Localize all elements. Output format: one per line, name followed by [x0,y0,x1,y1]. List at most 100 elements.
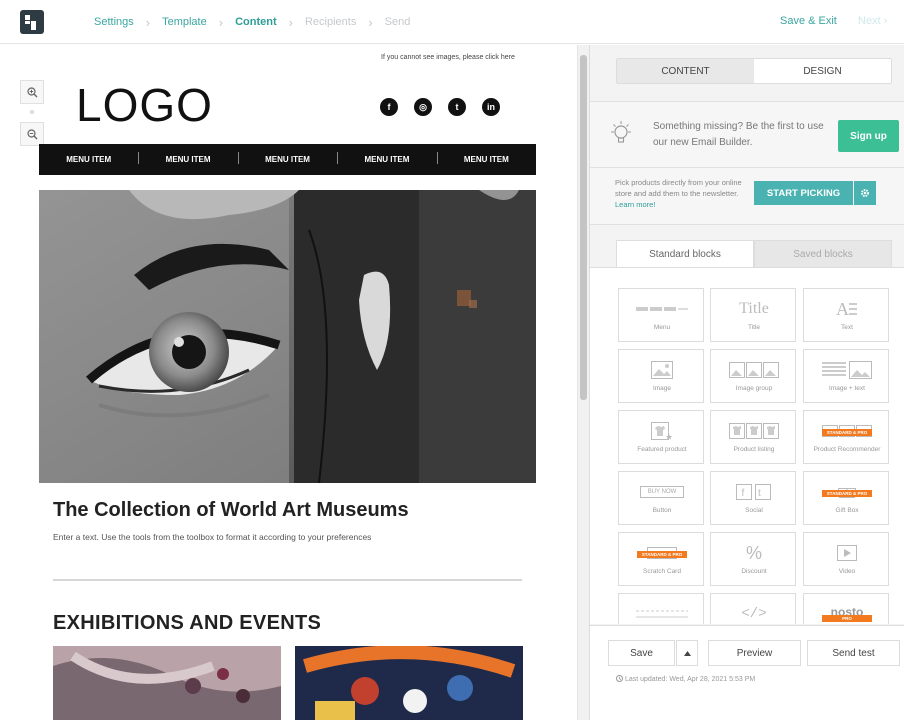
block-menu[interactable]: Menu [618,288,704,342]
tab-saved-blocks[interactable]: Saved blocks [754,240,892,268]
block-button[interactable]: BUY NOW Button [618,471,704,525]
block-label: Menu [653,324,671,331]
block-image[interactable]: Image [618,349,704,403]
next-label: Next [858,15,881,27]
email-menu-bar[interactable]: MENU ITEM MENU ITEM MENU ITEM MENU ITEM … [39,144,536,175]
block-video[interactable]: Video [803,532,889,586]
facebook-icon[interactable]: f [380,98,398,116]
block-text[interactable]: A Text [803,288,889,342]
clock-icon [616,675,623,682]
zoom-level-indicator [30,110,34,114]
zoom-out-button[interactable] [20,122,44,146]
save-exit-button[interactable]: Save & Exit [780,15,837,27]
block-label: Text [841,324,853,331]
email-logo[interactable]: LOGO [76,82,213,128]
email-body-text[interactable]: Enter a text. Use the tools from the too… [53,532,371,542]
step-send[interactable]: Send [385,16,411,28]
zoom-in-button[interactable] [20,80,44,104]
save-options-button[interactable] [676,640,698,666]
block-html[interactable]: </> [710,593,796,624]
email-builder-promo: Something missing? Be the first to use o… [590,101,904,168]
block-image-text[interactable]: Image + text [803,349,889,403]
menu-item[interactable]: MENU ITEM [39,155,138,164]
block-label: Video [838,568,856,575]
gear-icon[interactable] [854,181,876,205]
menu-item[interactable]: MENU ITEM [337,152,436,164]
pick-products-text: Pick products directly from your online … [615,177,743,210]
canvas-scrollbar[interactable] [577,45,589,720]
painting-thumbnail [295,646,523,720]
view-online-link[interactable]: If you cannot see images, please click h… [381,54,515,61]
block-featured-product[interactable]: Featured product [618,410,704,464]
start-picking-button[interactable]: START PICKING [754,181,853,205]
preview-button[interactable]: Preview [708,640,801,666]
buy-now-glyph: BUY NOW [639,486,685,498]
promo-text: Something missing? Be the first to use o… [653,121,824,148]
svg-text:f: f [742,488,745,499]
chevron-right-icon: › [368,14,373,30]
pick-products-description: Pick products directly from your online … [615,178,742,198]
wizard-steps: Settings › Template › Content › Recipien… [94,0,410,44]
app-logo-icon[interactable] [20,10,44,34]
social-block-icon: ft [711,480,797,504]
block-discount[interactable]: % Discount [710,532,796,586]
block-divider[interactable] [618,593,704,624]
step-recipients[interactable]: Recipients [305,16,356,28]
linkedin-icon[interactable]: in [482,98,500,116]
block-title[interactable]: Title Title [710,288,796,342]
block-nosto[interactable]: nosto PRO [803,593,889,624]
instagram-icon[interactable]: ◎ [414,98,432,116]
last-updated-value: Last updated: Wed, Apr 28, 2021 5:53 PM [624,676,756,683]
image-group-block-icon [711,358,797,382]
code-glyph: </> [741,606,767,622]
exhibition-image-2[interactable] [295,646,523,720]
tab-standard-blocks[interactable]: Standard blocks [616,240,754,268]
svg-text:t: t [758,488,761,499]
block-product-recommender[interactable]: STANDARD & PRO Product Recommender [803,410,889,464]
zoom-in-icon [26,86,37,97]
next-button[interactable]: Next › [858,15,887,27]
chevron-right-icon: › [218,14,224,30]
svg-text:A: A [836,299,849,319]
learn-more-link[interactable]: Learn more! [615,200,655,209]
title-glyph: Title [739,300,769,317]
chevron-right-icon: › [883,15,888,27]
editor-side-panel: CONTENT DESIGN Something missing? Be the… [589,45,904,720]
eye-graffiti-illustration [39,190,536,483]
zoom-out-icon [26,128,37,139]
menu-item[interactable]: MENU ITEM [237,152,337,164]
divider-block-icon [619,602,705,624]
block-label: Title [747,324,761,331]
exhibition-image-1[interactable] [53,646,281,720]
menu-item[interactable]: MENU ITEM [436,152,536,164]
send-test-button[interactable]: Send test [807,640,900,666]
sign-up-button[interactable]: Sign up [838,120,899,152]
twitter-icon[interactable]: t [448,98,466,116]
product-picker-section: Pick products directly from your online … [590,168,904,225]
block-gift-box[interactable]: STANDARD & PRO Gift Box [803,471,889,525]
block-scratch-card[interactable]: STANDARD & PRO Scratch Card [618,532,704,586]
hero-image[interactable] [39,190,536,483]
block-social[interactable]: ft Social [710,471,796,525]
step-content[interactable]: Content [235,16,277,28]
email-headline[interactable]: The Collection of World Art Museums [53,499,409,522]
block-label: Social [745,507,763,514]
block-image-group[interactable]: Image group [710,349,796,403]
canvas-scrollbar-thumb[interactable] [580,55,587,400]
chevron-right-icon: › [145,14,151,30]
step-template[interactable]: Template [162,16,207,28]
last-updated-text: Last updated: Wed, Apr 28, 2021 5:53 PM [616,675,755,683]
menu-item[interactable]: MENU ITEM [138,152,237,164]
standard-pro-badge: STANDARD & PRO [822,429,872,436]
product-listing-block-icon [711,419,797,443]
section-heading[interactable]: EXHIBITIONS AND EVENTS [53,612,321,635]
tab-content[interactable]: CONTENT [617,59,754,83]
top-bar: Settings › Template › Content › Recipien… [0,0,904,44]
save-button[interactable]: Save [608,640,675,666]
painting-thumbnail [53,646,281,720]
image-block-icon [619,358,705,382]
block-product-listing[interactable]: Product listing [710,410,796,464]
step-settings[interactable]: Settings [94,16,134,28]
tab-design[interactable]: DESIGN [754,59,891,83]
block-label: Scratch Card [643,568,681,575]
